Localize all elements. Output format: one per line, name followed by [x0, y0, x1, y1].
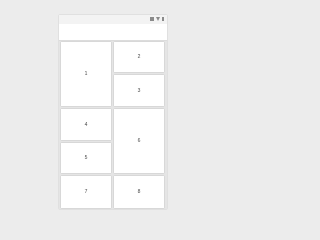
phone-window: 1 2 3 4 6 5 7 8	[59, 15, 167, 209]
tile-label: 7	[84, 189, 88, 195]
grid-tile-2[interactable]: 2	[114, 42, 164, 72]
grid-tile-6[interactable]: 6	[114, 109, 164, 173]
grid-tile-3[interactable]: 3	[114, 75, 164, 106]
status-bar	[59, 15, 167, 24]
signal-icon	[150, 17, 154, 21]
tile-label: 4	[84, 121, 88, 128]
tile-label: 1	[84, 71, 88, 77]
tile-label: 2	[137, 54, 141, 60]
tile-label: 5	[84, 155, 88, 161]
grid-tile-5[interactable]: 5	[61, 143, 111, 173]
tile-label: 8	[137, 189, 141, 195]
grid-tile-1[interactable]: 1	[61, 42, 111, 106]
grid-tile-7[interactable]: 7	[61, 176, 111, 208]
status-icons	[150, 17, 164, 21]
staggered-grid: 1 2 3 4 6 5 7 8	[59, 41, 167, 209]
app-bar	[59, 24, 167, 41]
tile-label: 3	[137, 87, 141, 94]
tile-label: 6	[137, 138, 141, 144]
grid-tile-8[interactable]: 8	[114, 176, 164, 208]
battery-icon	[162, 17, 164, 21]
grid-tile-4[interactable]: 4	[61, 109, 111, 140]
wifi-icon	[156, 17, 160, 21]
